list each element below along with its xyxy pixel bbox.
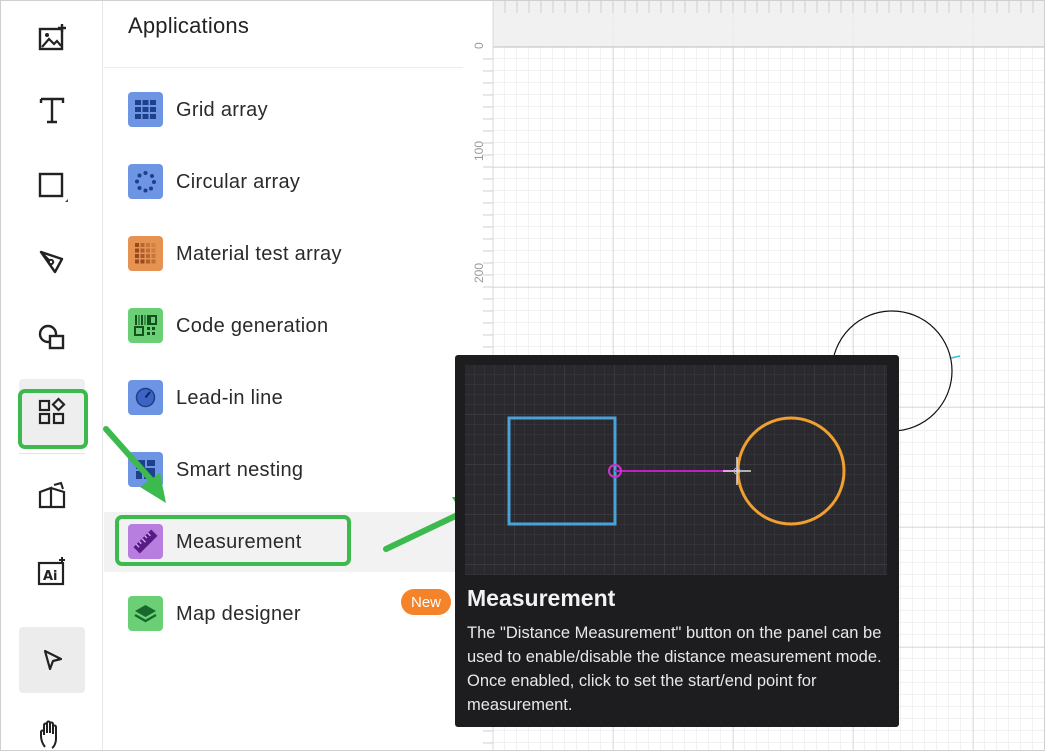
applications-panel: Applications Grid array Circular array M…	[104, 1, 463, 750]
circular-array-icon	[128, 164, 163, 199]
pen-icon[interactable]	[19, 229, 85, 295]
text-icon[interactable]	[19, 77, 85, 143]
tooltip-title: Measurement	[467, 585, 616, 611]
tooltip-body: The "Distance Measurement" button on the…	[467, 624, 882, 714]
code-generation-icon	[128, 308, 163, 343]
app-item-label: Map designer	[176, 602, 301, 625]
app-item-material-test-array[interactable]: Material test array	[104, 224, 463, 284]
svg-text:Ai: Ai	[43, 569, 58, 584]
lead-in-line-icon	[128, 380, 163, 415]
tooltip-preview	[465, 365, 887, 575]
app-item-code-generation[interactable]: Code generation	[104, 296, 463, 356]
app-item-label: Material test array	[176, 242, 342, 265]
material-test-array-icon	[128, 236, 163, 271]
grid-array-icon	[128, 92, 163, 127]
new-badge: New	[401, 589, 451, 615]
app-item-label: Lead-in line	[176, 386, 284, 409]
ruler-mark: 200	[472, 262, 486, 283]
applications-highlight	[18, 389, 88, 449]
app-item-label: Smart nesting	[176, 458, 304, 481]
app-item-circular-array[interactable]: Circular array	[104, 152, 463, 212]
materials-icon[interactable]	[19, 463, 85, 529]
select-icon[interactable]	[19, 627, 85, 693]
app-item-label: Code generation	[176, 314, 329, 337]
ai-icon[interactable]: Ai	[19, 539, 85, 605]
measurement-tooltip: Measurement The "Distance Measurement" b…	[455, 355, 899, 727]
rectangle-icon[interactable]	[19, 153, 85, 219]
shapes-icon[interactable]	[19, 303, 85, 369]
measurement-highlight	[115, 515, 351, 566]
app-window: Ai Applications Grid array Circular arra…	[0, 0, 1045, 751]
app-item-label: Circular array	[176, 170, 301, 193]
ruler-mark: 0	[472, 42, 486, 49]
app-item-label: Grid array	[176, 98, 268, 121]
image-add-icon[interactable]	[19, 5, 85, 71]
map-designer-icon	[128, 596, 163, 631]
app-item-grid-array[interactable]: Grid array	[104, 80, 463, 140]
left-toolbar: Ai	[2, 1, 103, 750]
panel-title: Applications	[128, 13, 250, 38]
panel-divider	[104, 67, 463, 68]
app-item-lead-in-line[interactable]: Lead-in line	[104, 368, 463, 428]
hand-icon[interactable]	[19, 701, 85, 750]
arrow-down-icon	[103, 426, 166, 503]
ruler-mark: 100	[472, 140, 486, 161]
